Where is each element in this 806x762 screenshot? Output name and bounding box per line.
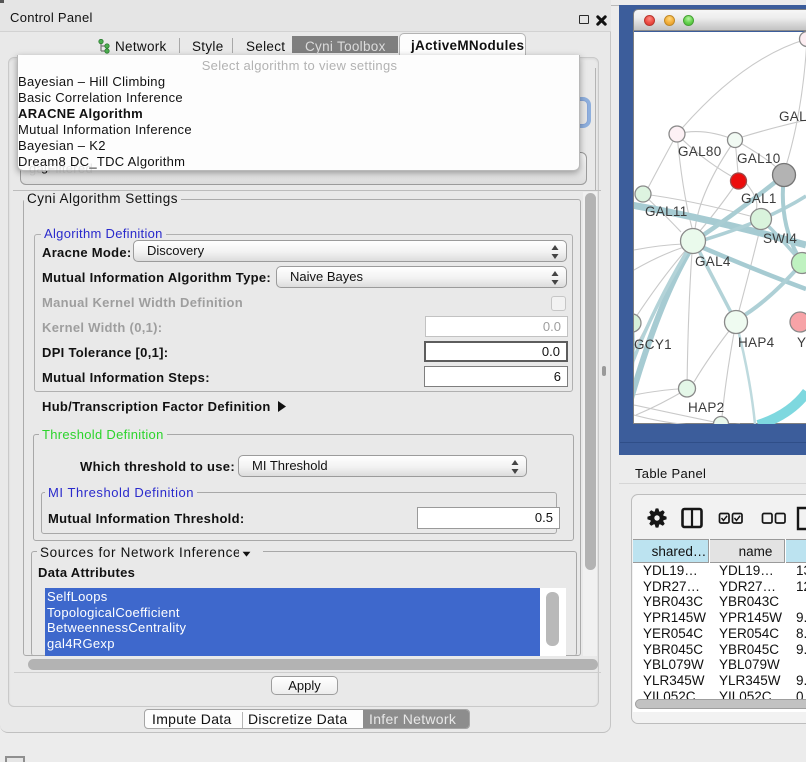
svg-text:GAL80: GAL80: [678, 144, 722, 159]
svg-text:GAL1: GAL1: [741, 191, 777, 206]
svg-text:Y: Y: [797, 335, 806, 350]
svg-text:HAP4: HAP4: [738, 335, 775, 350]
svg-text:GAL10: GAL10: [737, 151, 781, 166]
svg-text:SWI4: SWI4: [763, 231, 797, 246]
svg-text:GAL11: GAL11: [645, 204, 688, 219]
svg-text:GAL4: GAL4: [695, 254, 731, 269]
svg-text:GAL: GAL: [779, 109, 806, 124]
svg-text:HAP2: HAP2: [688, 400, 724, 415]
svg-text:GCY1: GCY1: [634, 337, 672, 352]
